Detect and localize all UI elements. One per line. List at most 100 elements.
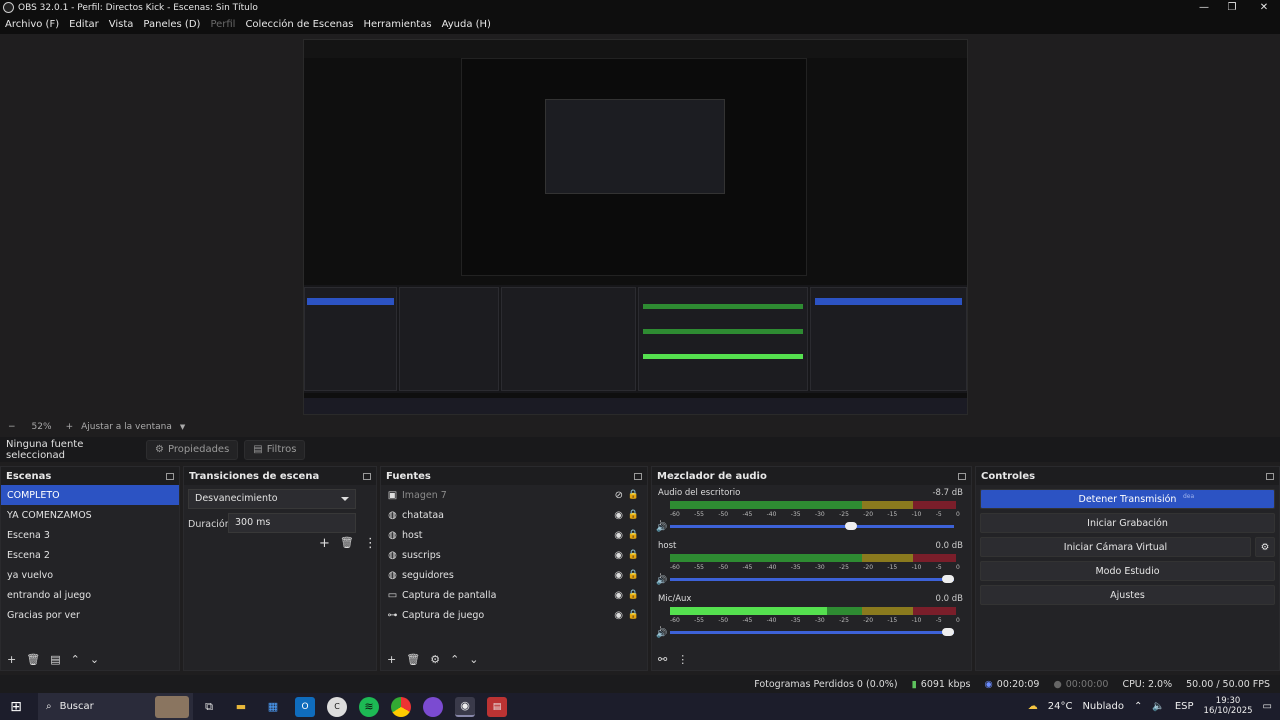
lock-icon[interactable]: 🔒: [628, 530, 639, 540]
undock-icon[interactable]: [634, 472, 642, 480]
more-icon[interactable]: ⋮: [677, 653, 688, 666]
lock-icon[interactable]: 🔒: [628, 570, 639, 580]
zoom-dropdown-icon[interactable]: ▼: [180, 423, 185, 431]
start-virtual-cam-button[interactable]: Iniciar Cámara Virtual: [980, 537, 1251, 557]
properties-button[interactable]: ⚙ Propiedades: [146, 439, 239, 460]
move-up-icon[interactable]: ⌃: [71, 653, 80, 666]
scene-item[interactable]: ya vuelvo: [1, 565, 179, 585]
volume-slider[interactable]: [670, 575, 954, 583]
lock-icon[interactable]: 🔒: [628, 590, 639, 600]
clock[interactable]: 19:30 16/10/2025: [1204, 696, 1253, 716]
eye-icon[interactable]: ◉: [614, 550, 623, 561]
lock-icon[interactable]: 🔒: [628, 510, 639, 520]
undock-icon[interactable]: [363, 472, 371, 480]
outlook-icon[interactable]: O: [295, 696, 315, 717]
move-down-icon[interactable]: ⌄: [469, 653, 478, 666]
source-item[interactable]: ◍ seguidores ◉ 🔒: [381, 565, 647, 585]
menu-archivo[interactable]: Archivo (F): [0, 19, 64, 30]
studio-mode-button[interactable]: Modo Estudio: [980, 561, 1275, 581]
notifications-icon[interactable]: ▭: [1263, 701, 1272, 712]
volume-knob[interactable]: [942, 628, 954, 636]
undock-icon[interactable]: [1266, 472, 1274, 480]
add-icon[interactable]: +: [319, 536, 330, 551]
file-explorer-icon[interactable]: ▬: [231, 697, 251, 717]
spotify-icon[interactable]: ≋: [359, 696, 379, 717]
taskbar-search[interactable]: ⌕ Buscar: [38, 693, 193, 720]
virtual-cam-settings-icon[interactable]: ⚙: [1255, 537, 1275, 557]
obs-taskbar-icon[interactable]: ◉: [455, 696, 475, 717]
move-up-icon[interactable]: ⌃: [450, 653, 459, 666]
duration-field[interactable]: 300 ms: [228, 513, 356, 533]
source-item[interactable]: ◍ chatataa ◉ 🔒: [381, 505, 647, 525]
source-item[interactable]: ⊶ Captura de juego ◉ 🔒: [381, 605, 647, 625]
speaker-icon[interactable]: 🔊: [656, 523, 667, 533]
chrome-icon[interactable]: [391, 696, 411, 717]
speaker-icon[interactable]: 🔊: [656, 629, 667, 639]
scene-item[interactable]: Escena 2: [1, 545, 179, 565]
scene-item[interactable]: YA COMENZAMOS: [1, 505, 179, 525]
windows-start-icon[interactable]: ⊞: [6, 697, 26, 717]
scene-item[interactable]: Escena 3: [1, 525, 179, 545]
trash-icon[interactable]: 🗑: [340, 536, 354, 551]
start-recording-button[interactable]: Iniciar Grabación: [980, 513, 1275, 533]
language[interactable]: ESP: [1175, 701, 1194, 712]
eye-icon[interactable]: ◉: [614, 570, 623, 581]
gear-icon[interactable]: ⚙: [430, 653, 440, 666]
undock-icon[interactable]: [958, 472, 966, 480]
store-icon[interactable]: ▦: [263, 697, 283, 717]
task-view-icon[interactable]: ⧉: [199, 697, 219, 717]
scene-item[interactable]: COMPLETO: [1, 485, 179, 505]
lock-icon[interactable]: 🔒: [628, 550, 639, 560]
source-item[interactable]: ◍ suscrips ◉ 🔒: [381, 545, 647, 565]
lock-icon[interactable]: 🔒: [628, 610, 639, 620]
volume-slider[interactable]: [670, 522, 954, 530]
app-c-icon[interactable]: C: [327, 696, 347, 717]
scene-item[interactable]: Gracias por ver: [1, 605, 179, 625]
lock-icon[interactable]: 🔒: [628, 490, 639, 500]
eye-icon[interactable]: ◉: [614, 610, 623, 621]
menu-ayuda[interactable]: Ayuda (H): [437, 19, 496, 30]
menu-vista[interactable]: Vista: [104, 19, 139, 30]
tray-chevron-icon[interactable]: ⌃: [1134, 701, 1142, 712]
add-icon[interactable]: +: [7, 653, 16, 666]
menu-coleccion[interactable]: Colección de Escenas: [240, 19, 358, 30]
volume-slider[interactable]: [670, 628, 954, 636]
trash-icon[interactable]: 🗑: [26, 653, 40, 666]
source-item[interactable]: ◍ host ◉ 🔒: [381, 525, 647, 545]
stop-stream-button[interactable]: Detener Transmisión dea: [980, 489, 1275, 509]
menu-herramientas[interactable]: Herramientas: [358, 19, 436, 30]
zoom-fit-select[interactable]: Ajustar a la ventana: [81, 422, 172, 432]
volume-knob[interactable]: [942, 575, 954, 583]
speaker-icon[interactable]: 🔈: [1152, 701, 1164, 712]
zoom-in-button[interactable]: +: [66, 422, 74, 432]
more-icon[interactable]: ⋮: [364, 536, 377, 551]
link-icon[interactable]: ⚯: [658, 653, 667, 666]
maximize-button[interactable]: ❐: [1216, 0, 1248, 15]
menu-editar[interactable]: Editar: [64, 19, 104, 30]
volume-knob[interactable]: [845, 522, 858, 530]
eye-icon[interactable]: ◉: [614, 530, 623, 541]
menu-paneles[interactable]: Paneles (D): [138, 19, 205, 30]
source-item[interactable]: ▣ Imagen 7 ⊘ 🔒: [381, 485, 647, 505]
eye-off-icon[interactable]: ⊘: [615, 490, 623, 501]
add-icon[interactable]: +: [387, 653, 396, 666]
transition-select[interactable]: Desvanecimiento: [188, 489, 356, 509]
filter-icon[interactable]: ▤: [50, 653, 60, 666]
trash-icon[interactable]: 🗑: [406, 653, 420, 666]
source-item[interactable]: ▭ Captura de pantalla ◉ 🔒: [381, 585, 647, 605]
program-preview[interactable]: [303, 39, 968, 415]
eye-icon[interactable]: ◉: [614, 590, 623, 601]
speaker-icon[interactable]: 🔊: [656, 576, 667, 586]
source-label: seguidores: [402, 569, 454, 581]
zoom-out-button[interactable]: −: [8, 422, 16, 432]
close-button[interactable]: ✕: [1248, 0, 1280, 15]
eye-icon[interactable]: ◉: [614, 510, 623, 521]
app-red-icon[interactable]: ▤: [487, 696, 507, 717]
browser-icon[interactable]: [423, 696, 443, 717]
undock-icon[interactable]: [166, 472, 174, 480]
filters-button[interactable]: ▤ Filtros: [244, 439, 306, 460]
scene-item[interactable]: entrando al juego: [1, 585, 179, 605]
move-down-icon[interactable]: ⌄: [90, 653, 99, 666]
settings-button[interactable]: Ajustes: [980, 585, 1275, 605]
menu-perfil[interactable]: Perfil: [205, 19, 240, 30]
